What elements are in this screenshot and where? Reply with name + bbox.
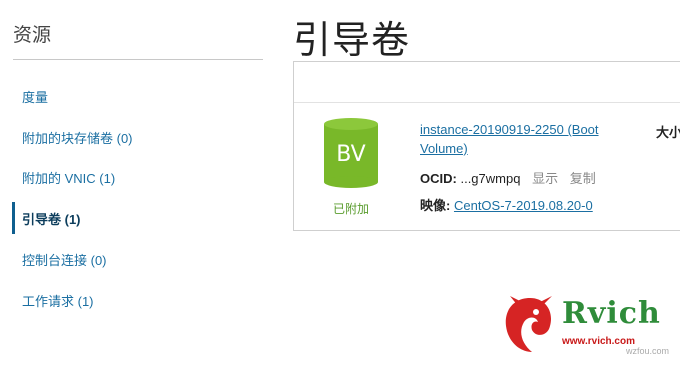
watermark-brand: Rvich <box>562 296 661 331</box>
sidebar-item-boot-volume[interactable]: 引导卷 (1) <box>0 198 272 239</box>
status-badge: 已附加 <box>332 202 369 216</box>
ocid-label: OCID: <box>420 171 457 186</box>
resources-sidebar: 资源 度量 附加的块存储卷 (0) 附加的 VNIC (1) 引导卷 (1) 控… <box>0 0 272 366</box>
boot-volume-icon: BV <box>324 118 378 188</box>
sidebar-title: 资源 <box>13 25 52 46</box>
image-row: 映像: CentOS-7-2019.08.20-0 <box>420 195 593 214</box>
size-label: 大小 <box>656 125 680 140</box>
boot-volume-name-link[interactable]: instance-20190919-2250 (Boot Volume) <box>420 120 630 158</box>
image-link[interactable]: CentOS-7-2019.08.20-0 <box>454 198 593 213</box>
show-ocid-button[interactable]: 显示 <box>532 171 558 186</box>
sidebar-divider <box>13 59 263 60</box>
boot-volume-icon-text: BV <box>336 142 365 167</box>
watermark: Rvich www.rvich.com wzfou.com <box>500 292 680 362</box>
sidebar-item-block-volumes[interactable]: 附加的块存储卷 (0) <box>0 117 272 158</box>
sidebar-nav: 度量 附加的块存储卷 (0) 附加的 VNIC (1) 引导卷 (1) 控制台连… <box>0 76 272 321</box>
sidebar-item-metrics[interactable]: 度量 <box>0 76 272 117</box>
ocid-row: OCID: ...g7wmpq 显示 复制 <box>420 168 596 187</box>
copy-ocid-button[interactable]: 复制 <box>570 171 596 186</box>
dragon-logo-icon <box>505 296 552 352</box>
page-title: 引导卷 <box>293 20 411 62</box>
ocid-value: ...g7wmpq <box>460 171 521 186</box>
watermark-site: wzfou.com <box>626 346 670 356</box>
sidebar-item-vnics[interactable]: 附加的 VNIC (1) <box>0 158 272 199</box>
sidebar-item-work-requests[interactable]: 工作请求 (1) <box>0 280 272 321</box>
image-label: 映像: <box>420 198 451 213</box>
panel-header <box>294 62 680 103</box>
boot-volume-panel: BV 已附加 instance-20190919-2250 (Boot Volu… <box>293 61 680 231</box>
sidebar-item-console-connections[interactable]: 控制台连接 (0) <box>0 239 272 280</box>
watermark-url: www.rvich.com <box>562 336 635 347</box>
